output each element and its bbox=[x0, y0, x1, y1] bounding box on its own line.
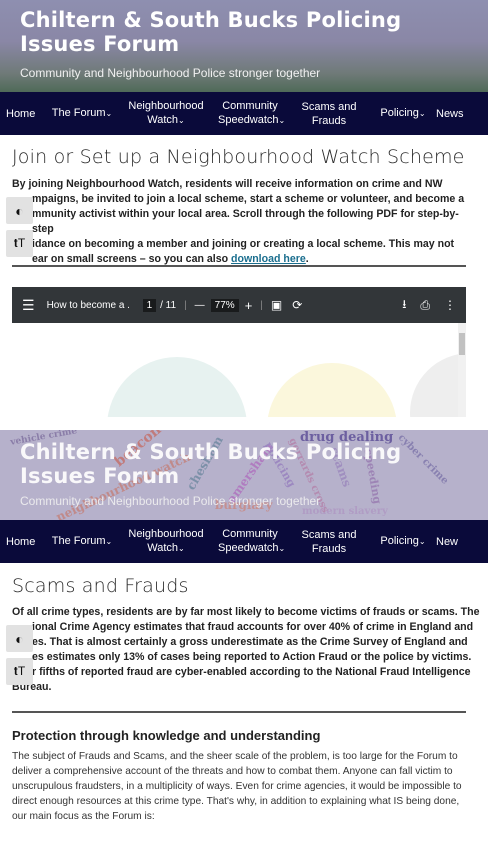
neighbourhood-watch-intro: By joining Neighbourhood Watch, resident… bbox=[12, 178, 465, 265]
more-options-icon[interactable]: ⋮ bbox=[444, 298, 456, 312]
section-subheading: Protection through knowledge and underst… bbox=[12, 728, 321, 743]
chevron-down-icon: ⌄ bbox=[178, 544, 185, 553]
decorative-circle bbox=[107, 357, 247, 417]
main-nav: Home The Forum⌄ Neighbourhood Watch⌄ Comm… bbox=[0, 520, 488, 563]
nav-news[interactable]: News bbox=[436, 107, 488, 121]
decorative-circle bbox=[410, 353, 458, 417]
nav-scams-frauds[interactable]: Scams and Frauds bbox=[288, 528, 370, 556]
chevron-down-icon: ⌄ bbox=[418, 109, 426, 118]
divider bbox=[12, 265, 466, 267]
nav-neighbourhood-watch[interactable]: Neighbourhood Watch⌄ bbox=[120, 527, 212, 556]
pdf-scrollbar-thumb[interactable] bbox=[459, 333, 465, 355]
site-tagline: Community and Neighbourhood Police stron… bbox=[20, 66, 321, 80]
site-banner: vehicle crime drug dealing beacon chesha… bbox=[0, 430, 488, 520]
nav-community-speedwatch[interactable]: Community Speedwatch⌄ bbox=[212, 527, 288, 556]
site-title[interactable]: Chiltern & South Bucks Policing Issues F… bbox=[20, 440, 470, 488]
menu-icon[interactable]: ☰ bbox=[22, 297, 35, 314]
contrast-icon[interactable]: ◐ bbox=[6, 197, 33, 224]
pdf-toolbar: ☰ How to become a ... 1 / 11 | — 77% + |… bbox=[12, 287, 466, 323]
chevron-down-icon: ⌄ bbox=[278, 544, 286, 553]
page-title-neighbourhood-watch: Join or Set up a Neighbourhood Watch Sch… bbox=[12, 146, 465, 168]
zoom-out-button[interactable]: — bbox=[195, 300, 205, 311]
nav-the-forum[interactable]: The Forum⌄ bbox=[44, 534, 120, 549]
nav-neighbourhood-watch[interactable]: Neighbourhood Watch⌄ bbox=[120, 99, 212, 128]
rotate-icon[interactable]: ⟳ bbox=[292, 298, 302, 312]
nav-home[interactable]: Home bbox=[0, 107, 44, 121]
pdf-viewer[interactable]: ☰ How to become a ... 1 / 11 | — 77% + |… bbox=[12, 287, 466, 417]
nav-home[interactable]: Home bbox=[0, 535, 44, 549]
print-icon[interactable]: ⎙ bbox=[420, 298, 430, 313]
nav-policing[interactable]: Policing⌄ bbox=[370, 534, 436, 549]
decorative-circle bbox=[267, 363, 397, 417]
divider bbox=[12, 711, 466, 713]
site-title[interactable]: Chiltern & South Bucks Policing Issues F… bbox=[20, 8, 470, 56]
main-nav: Home The Forum⌄ Neighbourhood Watch⌄ Comm… bbox=[0, 92, 488, 135]
chevron-down-icon: ⌄ bbox=[418, 537, 426, 546]
chevron-down-icon: ⌄ bbox=[178, 116, 185, 125]
site-tagline: Community and Neighbourhood Police stron… bbox=[20, 494, 321, 508]
pdf-title: How to become a ... bbox=[46, 299, 129, 311]
nav-the-forum[interactable]: The Forum⌄ bbox=[44, 106, 120, 121]
pdf-document-page bbox=[12, 323, 458, 417]
nav-scams-frauds[interactable]: Scams and Frauds bbox=[288, 100, 370, 128]
text-size-icon[interactable]: 𝐭T bbox=[6, 658, 33, 685]
nav-policing[interactable]: Policing⌄ bbox=[370, 106, 436, 121]
zoom-in-button[interactable]: + bbox=[245, 298, 253, 313]
nav-community-speedwatch[interactable]: Community Speedwatch⌄ bbox=[212, 99, 288, 128]
download-link[interactable]: download here bbox=[231, 253, 306, 265]
zoom-input[interactable]: 77% bbox=[210, 298, 239, 312]
text-size-icon[interactable]: 𝐭T bbox=[6, 230, 33, 257]
chevron-down-icon: ⌄ bbox=[105, 537, 113, 546]
download-icon[interactable]: ⭳ bbox=[402, 295, 406, 316]
chevron-down-icon: ⌄ bbox=[105, 109, 113, 118]
pdf-page-input[interactable]: 1 bbox=[142, 298, 157, 312]
protection-body-text: The subject of Frauds and Scams, and the… bbox=[12, 751, 462, 822]
fit-page-icon[interactable]: ▣ bbox=[271, 298, 282, 312]
pdf-page-total: / 11 bbox=[160, 299, 177, 311]
chevron-down-icon: ⌄ bbox=[278, 116, 286, 125]
scams-frauds-intro: Of all crime types, residents are by far… bbox=[12, 606, 480, 693]
nav-news[interactable]: New bbox=[436, 535, 488, 549]
page-title-scams-frauds: Scams and Frauds bbox=[12, 575, 189, 597]
contrast-icon[interactable]: ◐ bbox=[6, 625, 33, 652]
site-banner: Chiltern & South Bucks Policing Issues F… bbox=[0, 0, 488, 92]
